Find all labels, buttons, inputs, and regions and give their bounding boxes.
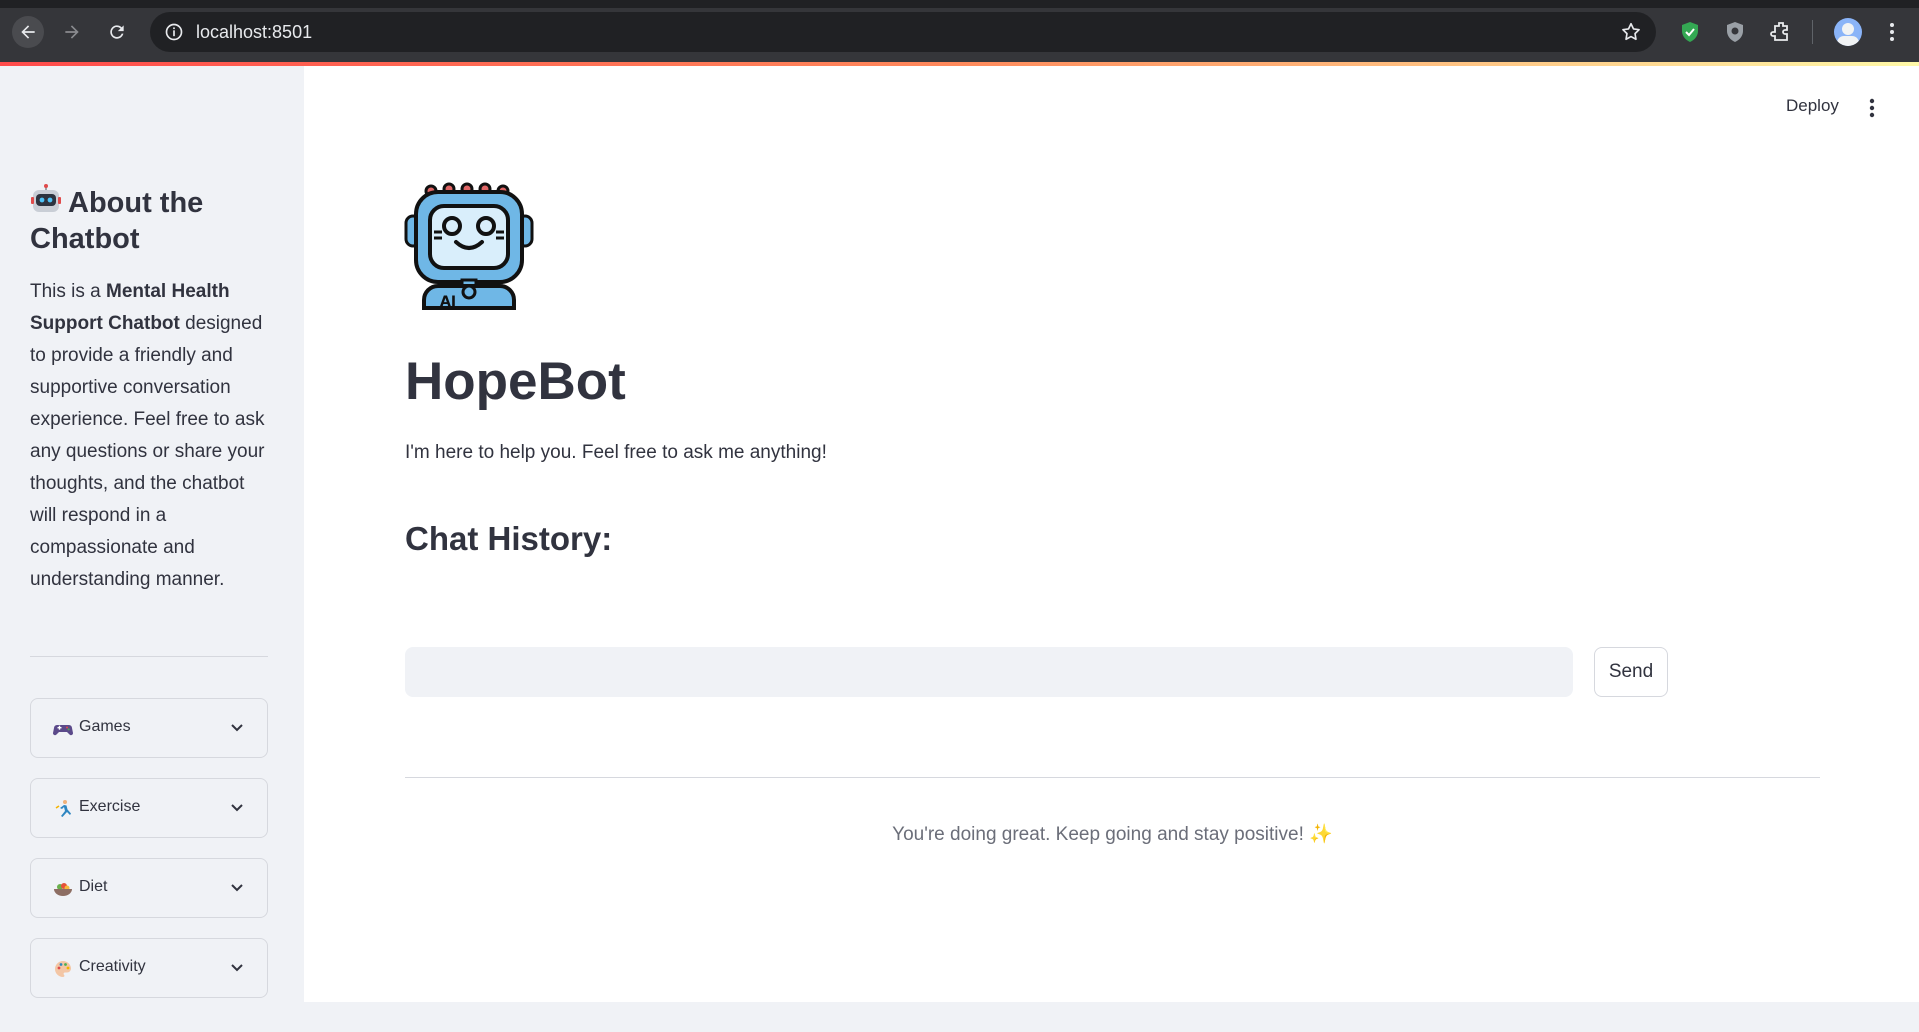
deploy-button[interactable]: Deploy — [1786, 96, 1839, 116]
main-content: Deploy AI HopeBot I'm here to help you. … — [304, 66, 1919, 1032]
tab-strip — [0, 0, 1919, 8]
expander-exercise[interactable]: Exercise — [30, 778, 268, 838]
salad-bowl-icon — [54, 883, 72, 896]
forward-button[interactable] — [56, 16, 88, 48]
running-person-icon — [55, 800, 71, 817]
browser-toolbar: localhost:8501 — [0, 0, 1919, 66]
expander-creativity-label: Creativity — [79, 958, 146, 975]
svg-text:AI: AI — [440, 294, 456, 310]
expander-games[interactable]: Games — [30, 698, 268, 758]
avatar-body — [1837, 36, 1859, 46]
browser-menu-icon[interactable] — [1882, 20, 1902, 44]
encouragement-text: You're doing great. Keep going and stay … — [892, 824, 1304, 845]
reload-icon — [110, 25, 124, 39]
send-button[interactable]: Send — [1594, 647, 1668, 697]
profile-avatar[interactable] — [1834, 18, 1862, 46]
chevron-down-icon — [231, 884, 243, 892]
robot-face-icon — [31, 184, 61, 212]
hopebot-robot-logo: AI — [404, 182, 534, 310]
url-text[interactable]: localhost:8501 — [196, 22, 312, 43]
main-menu-icon[interactable] — [1862, 96, 1882, 120]
description-part-2: designed to provide a friendly and suppo… — [30, 313, 265, 590]
extensions-puzzle-icon[interactable] — [1769, 20, 1793, 44]
avatar-head — [1842, 23, 1854, 35]
green-shield-extension-icon[interactable] — [1678, 20, 1702, 44]
chevron-down-icon — [231, 964, 243, 972]
arrow-left-icon — [21, 25, 35, 39]
chat-input[interactable] — [405, 647, 1573, 697]
toolbar-separator — [1812, 20, 1813, 44]
chevron-down-icon — [231, 804, 243, 812]
reload-button[interactable] — [101, 16, 133, 48]
expander-diet[interactable]: Diet — [30, 858, 268, 918]
content-divider — [405, 777, 1820, 778]
chevron-down-icon — [231, 724, 243, 732]
description-part-1: This is a — [30, 281, 107, 302]
chat-history-heading: Chat History: — [405, 520, 613, 557]
sidebar: About the Chatbot This is a Mental Healt… — [0, 66, 304, 1032]
arrow-right-icon — [65, 25, 79, 39]
game-controller-icon — [53, 725, 73, 736]
site-info-icon[interactable] — [164, 22, 184, 42]
sparkles-icon: ✨ — [1309, 824, 1333, 845]
bookmark-star-icon[interactable] — [1620, 21, 1642, 43]
page-subtitle: I'm here to help you. Feel free to ask m… — [405, 442, 827, 463]
expander-exercise-label: Exercise — [79, 798, 141, 815]
expander-diet-label: Diet — [79, 878, 108, 895]
page-title: HopeBot — [405, 352, 626, 411]
address-bar[interactable]: localhost:8501 — [150, 12, 1656, 52]
sidebar-title: About the Chatbot — [30, 184, 280, 257]
sidebar-divider — [30, 656, 268, 657]
palette-icon — [55, 961, 71, 977]
bottom-band — [0, 1002, 1919, 1032]
shield-extension-icon[interactable] — [1723, 20, 1747, 44]
back-button[interactable] — [12, 16, 44, 48]
expander-creativity[interactable]: Creativity — [30, 938, 268, 998]
expander-games-label: Games — [79, 718, 131, 735]
encouragement-message: You're doing great. Keep going and stay … — [405, 822, 1820, 846]
sidebar-description: This is a Mental Health Support Chatbot … — [30, 276, 270, 596]
